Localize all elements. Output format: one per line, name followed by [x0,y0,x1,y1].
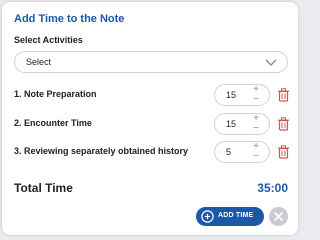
dialog-title: Add Time to the Note [14,13,125,25]
activity-label: 2. Encounter Time [14,118,92,128]
add-time-button[interactable]: ADD TIME [196,207,264,226]
select-activities-label: Select Activities [14,35,83,45]
activity-label: 1. Note Preparation [14,89,97,99]
trash-icon[interactable] [277,117,290,131]
close-button[interactable] [269,207,288,226]
activity-row: 3. Reviewing separately obtained history… [14,141,292,163]
plus-circle-icon [201,210,214,223]
minutes-value[interactable]: 5 [226,147,231,157]
close-icon [273,211,284,222]
decrement-button[interactable]: − [249,152,263,162]
trash-icon[interactable] [277,88,290,102]
add-time-dialog: Add Time to the Note Select Activities S… [2,2,298,235]
decrement-button[interactable]: − [249,124,263,134]
activities-select[interactable]: Select [14,51,288,73]
total-time-label: Total Time [14,181,73,195]
minutes-value[interactable]: 15 [226,119,236,129]
decrement-button[interactable]: − [249,95,263,105]
select-value: Select [26,57,52,67]
chevron-down-icon [265,59,277,66]
total-time-value: 35:00 [257,181,288,195]
minutes-stepper[interactable]: 15 + − [214,113,270,135]
add-time-label: ADD TIME [218,212,254,219]
activity-row: 2. Encounter Time 15 + − [14,113,292,135]
minutes-stepper[interactable]: 5 + − [214,141,270,163]
activity-label: 3. Reviewing separately obtained history [14,146,189,156]
minutes-stepper[interactable]: 15 + − [214,84,270,106]
activity-row: 1. Note Preparation 15 + − [14,84,292,106]
minutes-value[interactable]: 15 [226,90,236,100]
trash-icon[interactable] [277,145,290,159]
